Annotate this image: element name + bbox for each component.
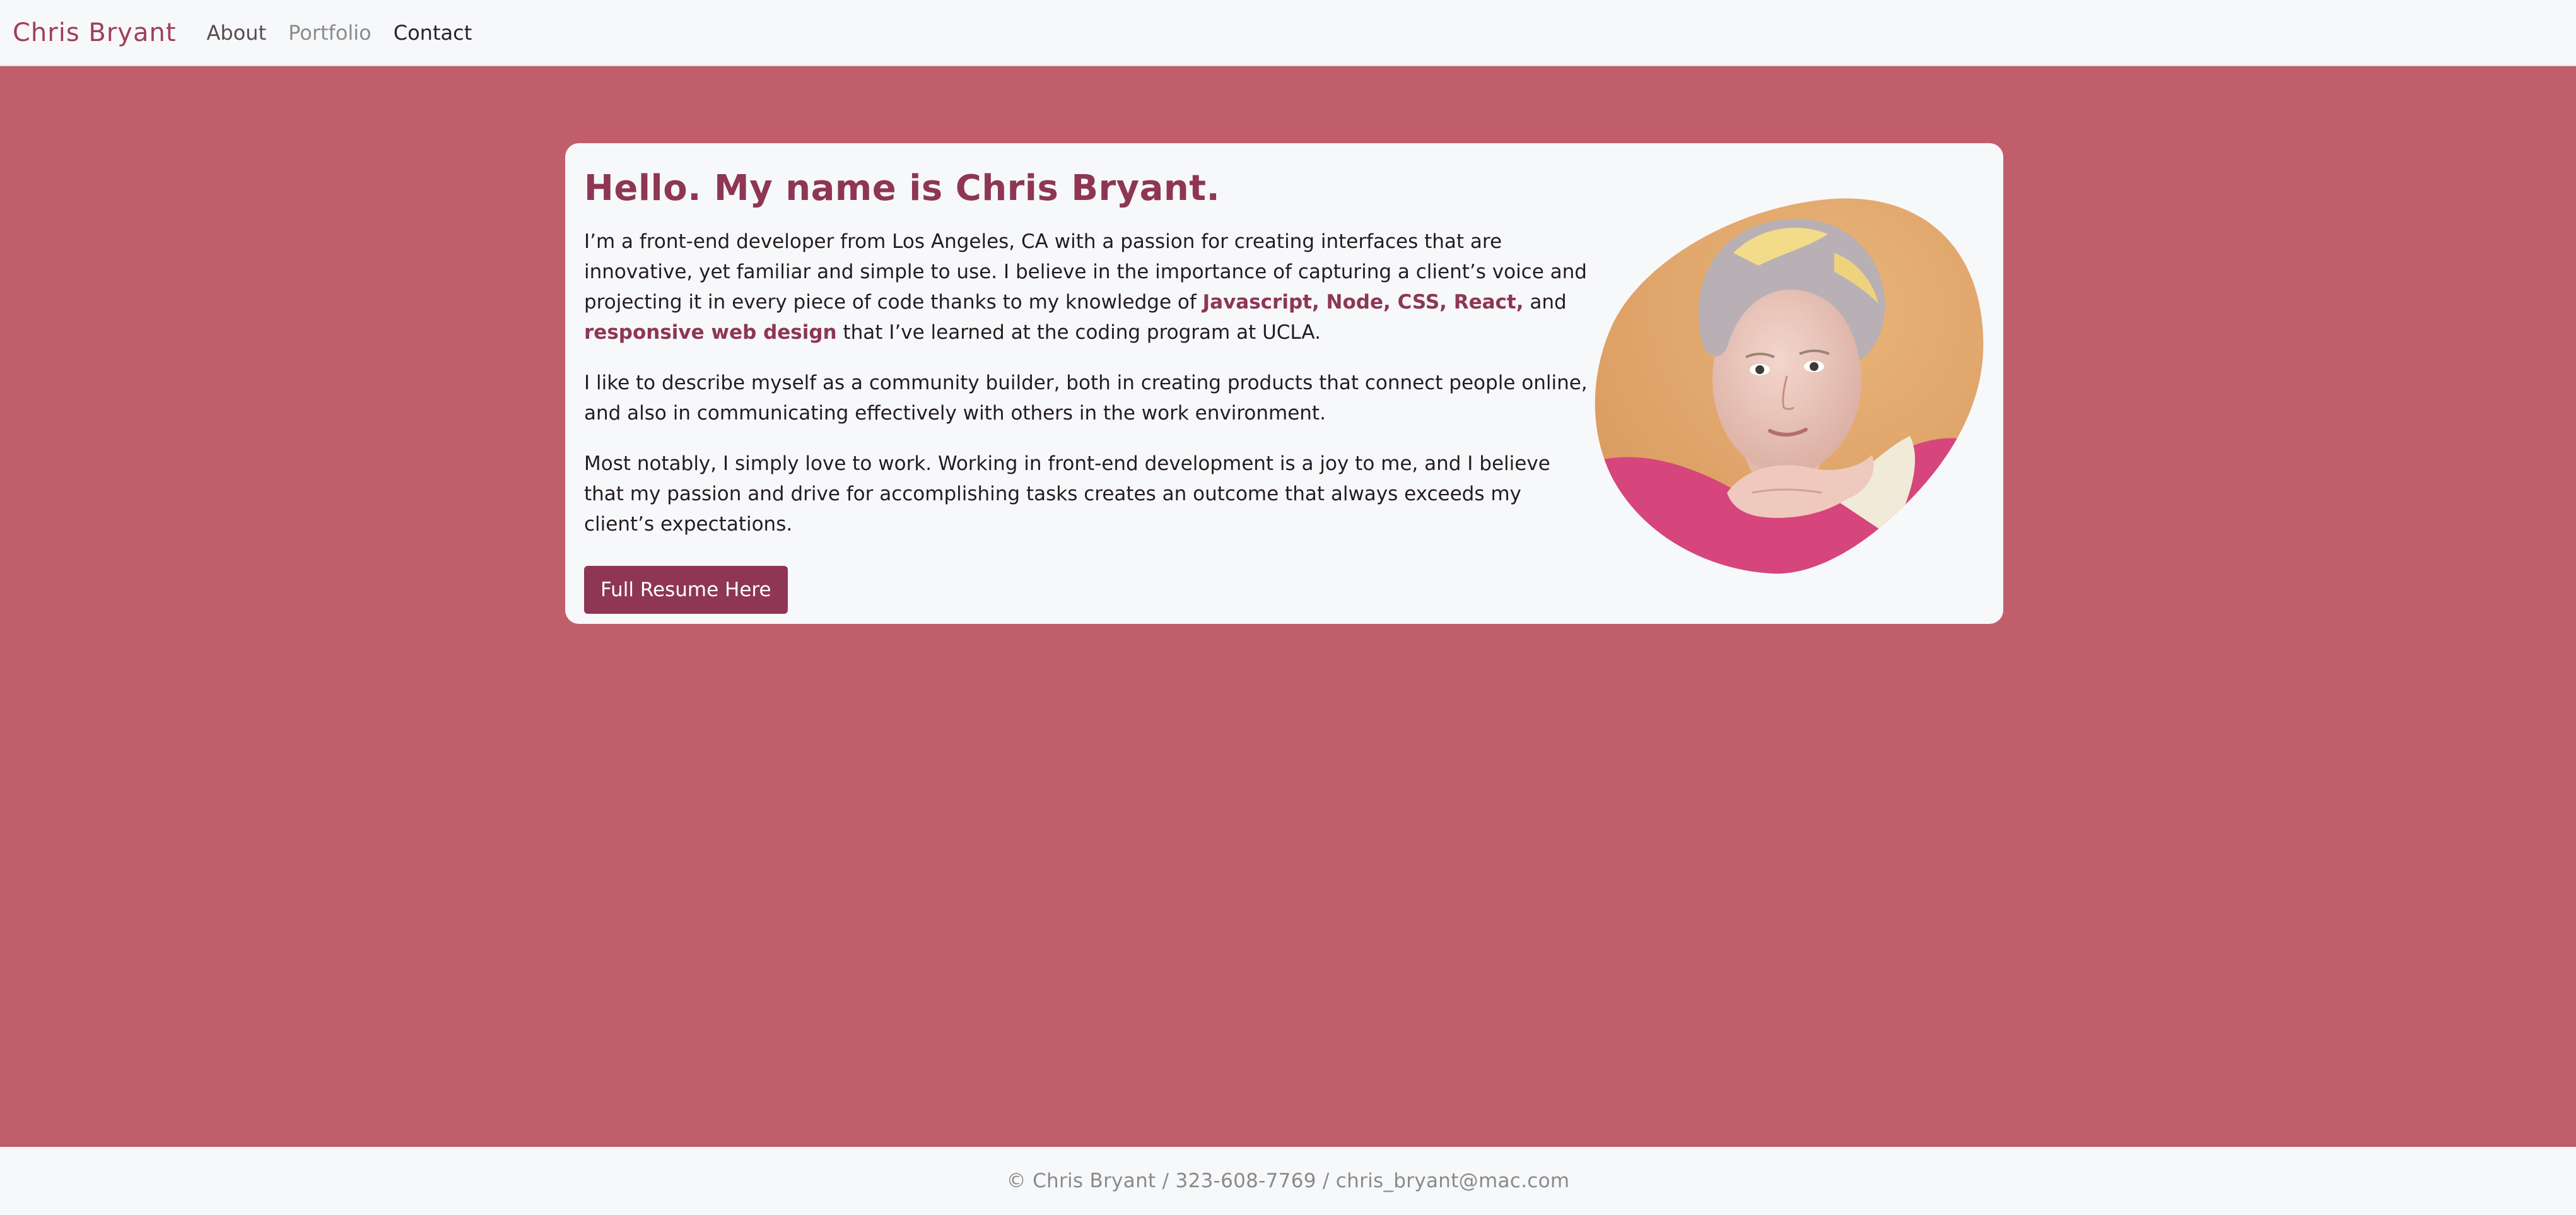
intro-text-b: that I’ve learned at the coding program … <box>836 321 1321 344</box>
portrait-photo-icon <box>1595 198 1984 574</box>
intro-text-and: and <box>1523 291 1567 314</box>
page-title: Hello. My name is Chris Bryant. <box>584 168 1221 209</box>
full-resume-button[interactable]: Full Resume Here <box>584 566 788 614</box>
nav-link-portfolio[interactable]: Portfolio <box>288 21 372 45</box>
rwd-highlight: responsive web design <box>584 321 837 344</box>
top-navbar: Chris Bryant About Portfolio Contact <box>0 0 2576 66</box>
nav-link-contact[interactable]: Contact <box>394 21 472 45</box>
site-footer: © Chris Bryant / 323-608-7769 / chris_br… <box>0 1147 2576 1215</box>
intro-paragraph: I’m a front-end developer from Los Angel… <box>584 226 1593 348</box>
about-card: Hello. My name is Chris Bryant. I’m a fr… <box>565 143 2003 624</box>
community-paragraph: I like to describe myself as a community… <box>584 372 1588 425</box>
brand-link[interactable]: Chris Bryant <box>13 18 177 47</box>
footer-contact-text: © Chris Bryant / 323-608-7769 / chris_br… <box>1006 1170 1570 1192</box>
skills-highlight: Javascript, Node, CSS, React, <box>1202 291 1524 314</box>
nav-link-about[interactable]: About <box>207 21 267 45</box>
work-paragraph: Most notably, I simply love to work. Wor… <box>584 452 1550 536</box>
about-text-column: Hello. My name is Chris Bryant. I’m a fr… <box>584 168 1593 614</box>
